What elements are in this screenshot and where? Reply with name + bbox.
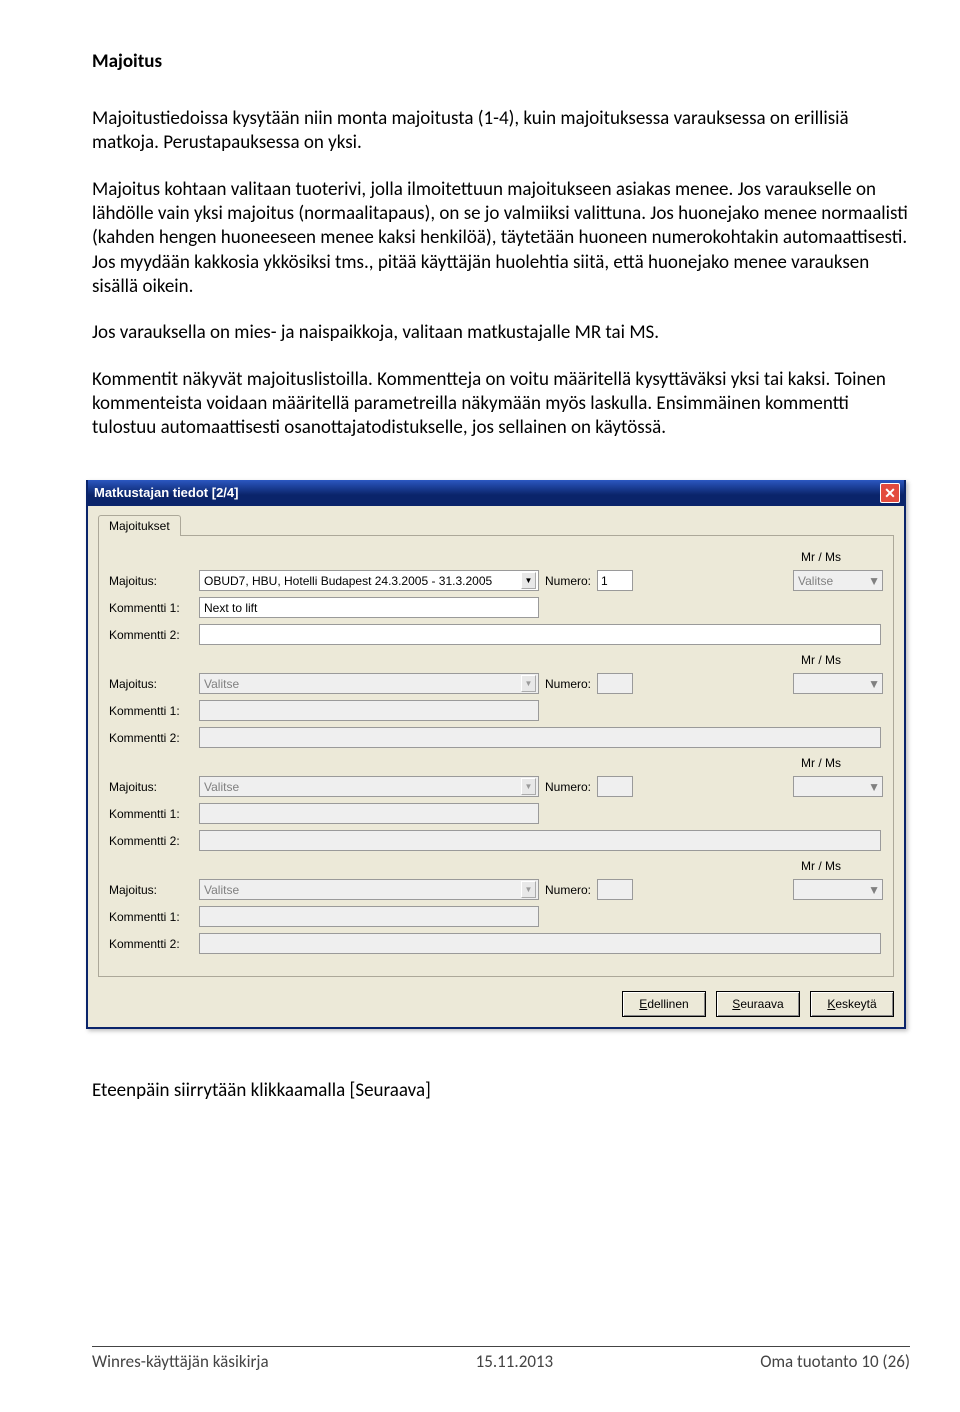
kommentti1-input-1[interactable] [199, 597, 539, 618]
numero-input-3 [597, 776, 633, 797]
chevron-down-icon: ▼ [521, 881, 536, 898]
mrms-select-1-value: Valitse [798, 574, 833, 588]
label-kom2-3: Kommentti 2: [109, 834, 199, 848]
dialog-titlebar: Matkustajan tiedot [2/4] ✕ [88, 480, 904, 506]
prev-button[interactable]: Edellinen [622, 991, 706, 1017]
kommentti1-input-4 [199, 906, 539, 927]
label-kom1-4: Kommentti 1: [109, 910, 199, 924]
label-kom2-1: Kommentti 2: [109, 628, 199, 642]
majoitus-select-4-value: Valitse [204, 883, 239, 897]
close-button[interactable]: ✕ [880, 483, 900, 503]
tab-panel: Mr / Ms Majoitus: OBUD7, HBU, Hotelli Bu… [98, 535, 894, 977]
mrms-select-4: ▼ [793, 879, 883, 900]
label-numero-3: Numero: [539, 780, 597, 794]
label-kom1-3: Kommentti 1: [109, 807, 199, 821]
chevron-down-icon: ▼ [868, 574, 880, 588]
kommentti2-input-4 [199, 933, 881, 954]
accommodation-group-3: Mr / Ms Majoitus: Valitse ▼ Numero: ▼ [109, 756, 883, 851]
footer-center: 15.11.2013 [476, 1351, 554, 1372]
chevron-down-icon: ▼ [521, 572, 536, 589]
numero-input-1[interactable] [597, 570, 633, 591]
label-numero-4: Numero: [539, 883, 597, 897]
body-paragraph-3: Jos varauksella on mies- ja naispaikkoja… [92, 321, 910, 345]
dialog-body: Majoitukset Mr / Ms Majoitus: OBUD7, HBU… [88, 506, 904, 1027]
label-majoitus-4: Majoitus: [109, 883, 199, 897]
mrms-select-1[interactable]: Valitse ▼ [793, 570, 883, 591]
footer-left: Winres-käyttäjän käsikirja [92, 1351, 269, 1372]
majoitus-select-4: Valitse ▼ [199, 879, 539, 900]
body-paragraph-1: Majoitustiedoissa kysytään niin monta ma… [92, 107, 910, 156]
label-kom1-1: Kommentti 1: [109, 601, 199, 615]
mrms-select-3: ▼ [793, 776, 883, 797]
kommentti1-input-3 [199, 803, 539, 824]
next-button[interactable]: Seuraava [716, 991, 800, 1017]
mrms-header-2: Mr / Ms [109, 653, 883, 667]
chevron-down-icon: ▼ [868, 780, 880, 794]
mrms-header-4: Mr / Ms [109, 859, 883, 873]
mrms-header-1: Mr / Ms [109, 550, 883, 564]
mrms-select-2: ▼ [793, 673, 883, 694]
majoitus-select-1[interactable]: OBUD7, HBU, Hotelli Budapest 24.3.2005 -… [199, 570, 539, 591]
accommodation-group-2: Mr / Ms Majoitus: Valitse ▼ Numero: ▼ [109, 653, 883, 748]
kommentti2-input-2 [199, 727, 881, 748]
traveler-dialog: Matkustajan tiedot [2/4] ✕ Majoitukset M… [86, 480, 906, 1029]
majoitus-select-3: Valitse ▼ [199, 776, 539, 797]
cancel-button[interactable]: Keskeytä [810, 991, 894, 1017]
cancel-button-rest: eskeytä [835, 997, 876, 1011]
accommodation-group-1: Mr / Ms Majoitus: OBUD7, HBU, Hotelli Bu… [109, 550, 883, 645]
body-paragraph-4: Kommentit näkyvät majoituslistoilla. Kom… [92, 368, 910, 441]
chevron-down-icon: ▼ [868, 883, 880, 897]
close-icon: ✕ [884, 486, 896, 500]
label-majoitus-1: Majoitus: [109, 574, 199, 588]
chevron-down-icon: ▼ [521, 778, 536, 795]
label-numero-2: Numero: [539, 677, 597, 691]
accommodation-group-4: Mr / Ms Majoitus: Valitse ▼ Numero: ▼ [109, 859, 883, 954]
majoitus-select-2: Valitse ▼ [199, 673, 539, 694]
majoitus-select-3-value: Valitse [204, 780, 239, 794]
label-majoitus-3: Majoitus: [109, 780, 199, 794]
majoitus-select-1-value: OBUD7, HBU, Hotelli Budapest 24.3.2005 -… [204, 574, 492, 588]
chevron-down-icon: ▼ [868, 677, 880, 691]
numero-input-2 [597, 673, 633, 694]
chevron-down-icon: ▼ [521, 675, 536, 692]
next-button-rest: euraava [740, 997, 783, 1011]
label-kom2-4: Kommentti 2: [109, 937, 199, 951]
dialog-title: Matkustajan tiedot [2/4] [94, 485, 238, 500]
kommentti2-input-1[interactable] [199, 624, 881, 645]
after-dialog-text: Eteenpäin siirrytään klikkaamalla [Seura… [92, 1079, 910, 1102]
label-kom2-2: Kommentti 2: [109, 731, 199, 745]
footer-right: Oma tuotanto 10 (26) [760, 1351, 910, 1372]
page-footer: Winres-käyttäjän käsikirja 15.11.2013 Om… [92, 1346, 910, 1372]
label-majoitus-2: Majoitus: [109, 677, 199, 691]
label-numero-1: Numero: [539, 574, 597, 588]
kommentti1-input-2 [199, 700, 539, 721]
tab-majoitukset[interactable]: Majoitukset [98, 515, 181, 536]
majoitus-select-2-value: Valitse [204, 677, 239, 691]
kommentti2-input-3 [199, 830, 881, 851]
body-paragraph-2: Majoitus kohtaan valitaan tuoterivi, jol… [92, 178, 910, 300]
mrms-header-3: Mr / Ms [109, 756, 883, 770]
dialog-button-row: Edellinen Seuraava Keskeytä [98, 991, 894, 1017]
section-heading: Majoitus [92, 50, 910, 73]
numero-input-4 [597, 879, 633, 900]
prev-button-rest: dellinen [647, 997, 688, 1011]
label-kom1-2: Kommentti 1: [109, 704, 199, 718]
